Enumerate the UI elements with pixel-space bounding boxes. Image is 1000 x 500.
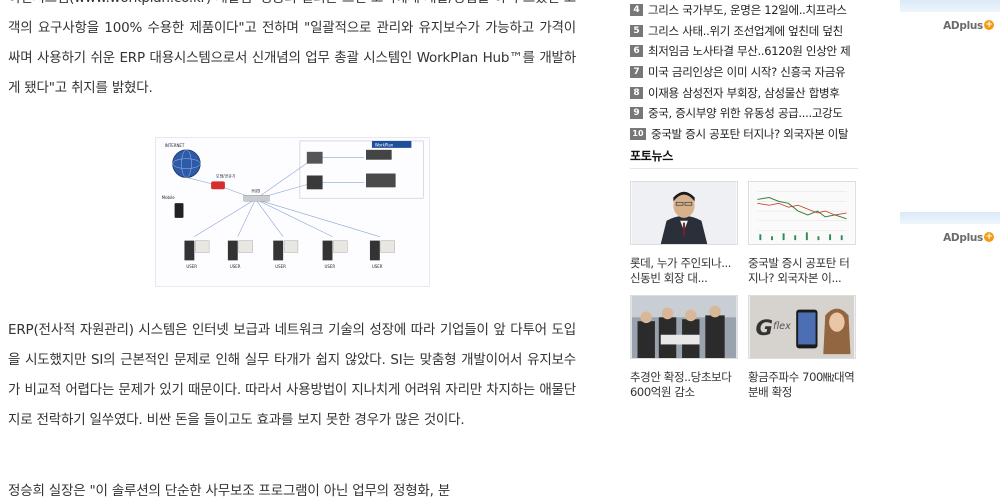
ad-image[interactable] — [900, 0, 1000, 12]
photo-news-thumbnail[interactable] — [748, 181, 856, 245]
rank-number: 5 — [630, 24, 643, 37]
article-paragraph: 정승희 실장은 "이 솔루션의 단순한 사무보조 프로그램이 아닌 업무의 정형… — [8, 483, 451, 499]
rank-title-link[interactable]: 그리스 국가부도, 운명은 12일에..치프라스 — [648, 2, 847, 18]
rank-title-link[interactable]: 중국, 증시부양 위한 유동성 공급....고강도 — [648, 105, 843, 121]
article-paragraph: ERP(전사적 자원관리) 시스템은 인터넷 보급과 네트워크 기술의 성장에 … — [8, 322, 576, 428]
network-diagram-image: INTERNET 모뎀/공유기 HUB Mobile WorkPlan USER… — [155, 137, 430, 287]
svg-text:flex: flex — [773, 321, 791, 332]
photo-news-item[interactable]: 롯데, 누가 주인되나...신동빈 회장 대... — [630, 181, 740, 286]
photo-news-caption[interactable]: 추경안 확정..당초보다 600억원 감소 — [630, 370, 740, 400]
diagram-user-label: USER — [275, 264, 286, 269]
rank-number: 9 — [630, 107, 643, 120]
rank-title-link[interactable]: 최저임금 노사타결 무산..6120원 인상안 제 — [648, 43, 850, 59]
rank-number: 4 — [630, 4, 643, 17]
diagram-modem-label: 모뎀/공유기 — [216, 173, 236, 178]
diagram-user-label: USER — [186, 264, 197, 269]
popular-news-item[interactable]: 7 미국 금리인상은 이미 시작? 신흥국 자금유 — [630, 62, 862, 83]
adplus-label[interactable]: ADplus + — [943, 232, 994, 244]
rank-title-link[interactable]: 미국 금리인상은 이미 시작? 신흥국 자금유 — [648, 64, 845, 80]
article-body: 이컨시스템(www.workplan.co.kr) 개발팀 '성공의 열쇠는 그… — [0, 0, 600, 500]
svg-text:G: G — [756, 316, 773, 341]
diagram-mobile-label: Mobile — [162, 195, 175, 200]
photo-news-item[interactable]: 중국발 증시 공포탄 터지나? 외국자본 이... — [748, 181, 858, 286]
rank-title-link[interactable]: 중국발 증시 공포탄 터지나? 외국자본 이탈 — [651, 126, 848, 142]
rank-number: 8 — [630, 86, 643, 99]
diagram-user-label: USER — [372, 264, 383, 269]
adplus-text: ADplus — [943, 232, 983, 244]
photo-news-thumbnail[interactable] — [630, 181, 738, 245]
ad-banner[interactable]: ADplus + — [880, 0, 1000, 32]
popular-news-list: 4 그리스 국가부도, 운명은 12일에..치프라스 5 그리스 사태..위기 … — [630, 0, 862, 144]
diagram-brand-label: WorkPlan — [375, 142, 394, 147]
rank-title-link[interactable]: 이재용 삼성전자 부회장, 삼성물산 합병후 — [648, 85, 840, 101]
rank-number: 6 — [630, 45, 643, 58]
photo-news-thumbnail[interactable]: G flex — [748, 295, 856, 359]
sidebar: 4 그리스 국가부도, 운명은 12일에..치프라스 5 그리스 사태..위기 … — [622, 0, 862, 500]
ad-banner[interactable]: ADplus + — [880, 212, 1000, 244]
photo-news-thumbnail[interactable] — [630, 295, 738, 359]
photo-news-caption[interactable]: 중국발 증시 공포탄 터지나? 외국자본 이... — [748, 256, 858, 286]
rank-number: 10 — [630, 127, 646, 140]
photo-news-caption[interactable]: 롯데, 누가 주인되나...신동빈 회장 대... — [630, 256, 740, 286]
popular-news-item[interactable]: 4 그리스 국가부도, 운명은 12일에..치프라스 — [630, 0, 862, 21]
diagram-user-label: USER — [325, 264, 336, 269]
rank-number: 7 — [630, 66, 643, 79]
article-paragraph: 이컨시스템(www.workplan.co.kr) 개발팀 '성공의 열쇠는 그… — [8, 0, 576, 96]
popular-news-item[interactable]: 5 그리스 사태..위기 조선업계에 엎친데 덮친 — [630, 21, 862, 42]
photo-news-caption[interactable]: 황금주파수 700㎒대역 분배 확정 — [748, 370, 858, 400]
plus-icon: + — [984, 232, 994, 242]
adplus-text: ADplus — [943, 20, 983, 32]
diagram-user-label: USER — [230, 264, 241, 269]
divider — [630, 168, 858, 169]
plus-icon: + — [984, 20, 994, 30]
diagram-internet-label: INTERNET — [165, 143, 185, 148]
photo-news-heading: 포토뉴스 — [630, 149, 673, 163]
rank-title-link[interactable]: 그리스 사태..위기 조선업계에 엎친데 덮친 — [648, 23, 843, 39]
photo-news-item[interactable]: 추경안 확정..당초보다 600억원 감소 — [630, 295, 740, 400]
popular-news-item[interactable]: 8 이재용 삼성전자 부회장, 삼성물산 합병후 — [630, 82, 862, 103]
ad-image[interactable] — [900, 212, 1000, 224]
diagram-hub-label: HUB — [252, 188, 261, 193]
popular-news-item[interactable]: 9 중국, 증시부양 위한 유동성 공급....고강도 — [630, 103, 862, 124]
popular-news-item[interactable]: 6 최저임금 노사타결 무산..6120원 인상안 제 — [630, 41, 862, 62]
photo-news-item[interactable]: G flex 황금주파수 700㎒대역 분배 확정 — [748, 295, 858, 400]
popular-news-item[interactable]: 10 중국발 증시 공포탄 터지나? 외국자본 이탈 — [630, 124, 862, 145]
adplus-label[interactable]: ADplus + — [943, 20, 994, 32]
